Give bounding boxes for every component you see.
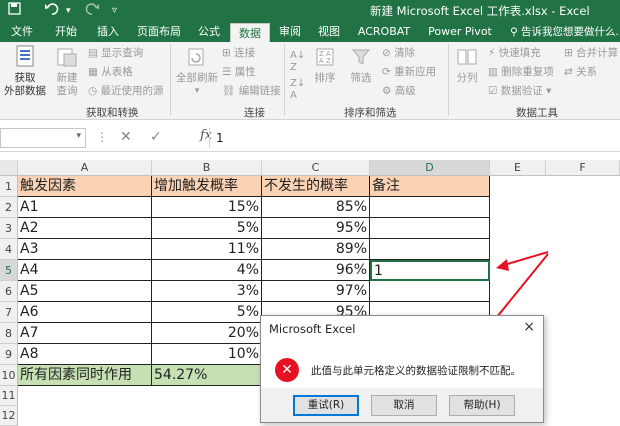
group-get-transform: 获取和转换	[86, 107, 139, 119]
tab-data[interactable]: 数据	[230, 23, 270, 42]
properties-icon: ☰	[222, 66, 232, 78]
recent-sources-icon: ◷	[88, 85, 98, 97]
reapply-icon: ⟳	[382, 66, 391, 78]
group-data-tools: 数据工具	[516, 107, 558, 119]
get-external-data-button[interactable]: 获取 外部数据	[2, 44, 48, 98]
sort-ascending-icon[interactable]: A↓ Z	[290, 50, 305, 74]
error-icon: ✕	[275, 358, 299, 382]
filter-button[interactable]: 筛选	[346, 46, 376, 85]
lightbulb-icon: ⚲	[510, 26, 518, 38]
database-icon	[2, 44, 48, 72]
name-box[interactable]: ▾	[0, 128, 86, 148]
consolidate-button[interactable]: ⊞ 合并计算	[564, 46, 618, 60]
tab-insert[interactable]: 插入	[88, 22, 128, 42]
redo-icon[interactable]	[84, 2, 100, 22]
relationships-button[interactable]: ⇄ 关系	[564, 65, 597, 79]
connections-button[interactable]: ⊞ 连接	[222, 46, 255, 60]
group-connections: 连接	[244, 107, 265, 119]
sort-button[interactable]: Z AA Z 排序	[310, 46, 340, 85]
data-validation-button[interactable]: ☑ 数据验证 ▾	[488, 84, 551, 98]
retry-button[interactable]: 重试(R)	[293, 395, 359, 416]
clear-filter-icon: ⊘	[382, 47, 391, 59]
consolidate-icon: ⊞	[564, 47, 573, 59]
help-button[interactable]: 帮助(H)	[449, 395, 515, 416]
cancel-button[interactable]: 取消	[371, 395, 437, 416]
refresh-icon	[174, 46, 220, 72]
dialog-message: 此值与此单元格定义的数据验证限制不匹配。	[311, 365, 521, 377]
tab-acrobat[interactable]: ACROBAT	[352, 22, 416, 42]
customize-icon[interactable]: ▿	[112, 2, 117, 20]
recent-sources-button[interactable]: ◷ 最近使用的源	[88, 84, 164, 98]
ribbon-separator	[284, 44, 285, 116]
svg-text:A Z: A Z	[319, 57, 331, 65]
ribbon-separator	[170, 44, 171, 116]
show-queries-icon: ▤	[88, 47, 98, 59]
from-table-button[interactable]: ▦ 从表格	[88, 65, 133, 79]
tab-power-pivot[interactable]: Power Pivot	[420, 22, 500, 42]
tab-formulas[interactable]: 公式	[190, 22, 228, 42]
close-icon[interactable]: ×	[523, 319, 535, 335]
advanced-filter-icon: ⚙	[382, 85, 392, 97]
text-to-columns-icon	[452, 46, 482, 72]
new-query-button[interactable]: 新建 查询	[50, 46, 84, 98]
clear-filter-button[interactable]: ⊘ 清除	[382, 46, 415, 60]
text-to-columns-button[interactable]: 分列	[452, 46, 482, 85]
tell-me-box[interactable]: ⚲ 告诉我您想要做什么...	[510, 22, 620, 42]
dialog-footer: 重试(R) 取消 帮助(H)	[261, 388, 543, 422]
ribbon-data: 获取 外部数据 新建 查询 ▤ 显示查询 ▦ 从表格 ◷ 最近使用的源 获取和转…	[0, 42, 620, 120]
dialog-title: Microsoft Excel	[269, 322, 356, 336]
show-queries-button[interactable]: ▤ 显示查询	[88, 46, 143, 60]
arrow-to-cell-icon	[496, 251, 549, 271]
tab-review[interactable]: 审阅	[272, 22, 308, 42]
edit-links-icon: ⛓	[222, 85, 236, 97]
sort-descending-icon[interactable]: Z↓ A	[290, 78, 305, 102]
edit-links-button[interactable]: ⛓ 编辑链接	[222, 84, 281, 98]
undo-dropdown-icon[interactable]: ▾	[66, 2, 71, 20]
undo-icon[interactable]	[44, 2, 60, 22]
relationships-icon: ⇄	[564, 66, 573, 78]
reapply-button[interactable]: ⟳ 重新应用	[382, 65, 436, 79]
flash-fill-icon: ⚡	[488, 47, 496, 59]
enter-icon[interactable]: ✓	[150, 129, 162, 145]
query-icon	[50, 46, 84, 72]
flash-fill-button[interactable]: ⚡ 快速填充	[488, 46, 541, 60]
group-sort-filter: 排序和筛选	[344, 107, 397, 119]
tab-page-layout[interactable]: 页面布局	[130, 22, 188, 42]
formula-bar: ▾ ⋮ ✕ ✓ fx 1	[0, 124, 620, 152]
advanced-filter-button[interactable]: ⚙ 高级	[382, 84, 416, 98]
validation-error-dialog: Microsoft Excel × ✕ 此值与此单元格定义的数据验证限制不匹配。…	[260, 315, 544, 423]
chevron-down-icon[interactable]: ▾	[76, 131, 81, 141]
remove-duplicates-icon: ▥	[488, 66, 498, 78]
table-icon: ▦	[88, 66, 98, 78]
refresh-all-button[interactable]: 全部刷新 ▾	[174, 46, 220, 98]
title-bar: ▾ ▿ 新建 Microsoft Excel 工作表.xlsx - Excel	[0, 0, 620, 22]
cancel-icon[interactable]: ✕	[120, 129, 132, 145]
filter-icon	[346, 46, 376, 72]
window-title: 新建 Microsoft Excel 工作表.xlsx - Excel	[370, 4, 590, 18]
ribbon-separator	[448, 44, 449, 116]
tab-home[interactable]: 开始	[46, 22, 86, 42]
formula-input[interactable]: 1	[209, 128, 620, 148]
ribbon-tabs: 文件 开始 插入 页面布局 公式 数据 审阅 视图 ACROBAT Power …	[0, 22, 620, 42]
sort-icon: Z AA Z	[310, 46, 340, 72]
tab-file[interactable]: 文件	[4, 22, 40, 42]
remove-duplicates-button[interactable]: ▥ 删除重复项	[488, 65, 554, 79]
connections-icon: ⊞	[222, 47, 231, 59]
data-validation-icon: ☑	[488, 85, 498, 97]
refresh-dropdown-icon: ▾	[194, 86, 200, 96]
tab-view[interactable]: 视图	[310, 22, 348, 42]
save-icon[interactable]	[8, 2, 21, 21]
more-icon: ⋮	[96, 130, 108, 144]
properties-button[interactable]: ☰ 属性	[222, 65, 256, 79]
